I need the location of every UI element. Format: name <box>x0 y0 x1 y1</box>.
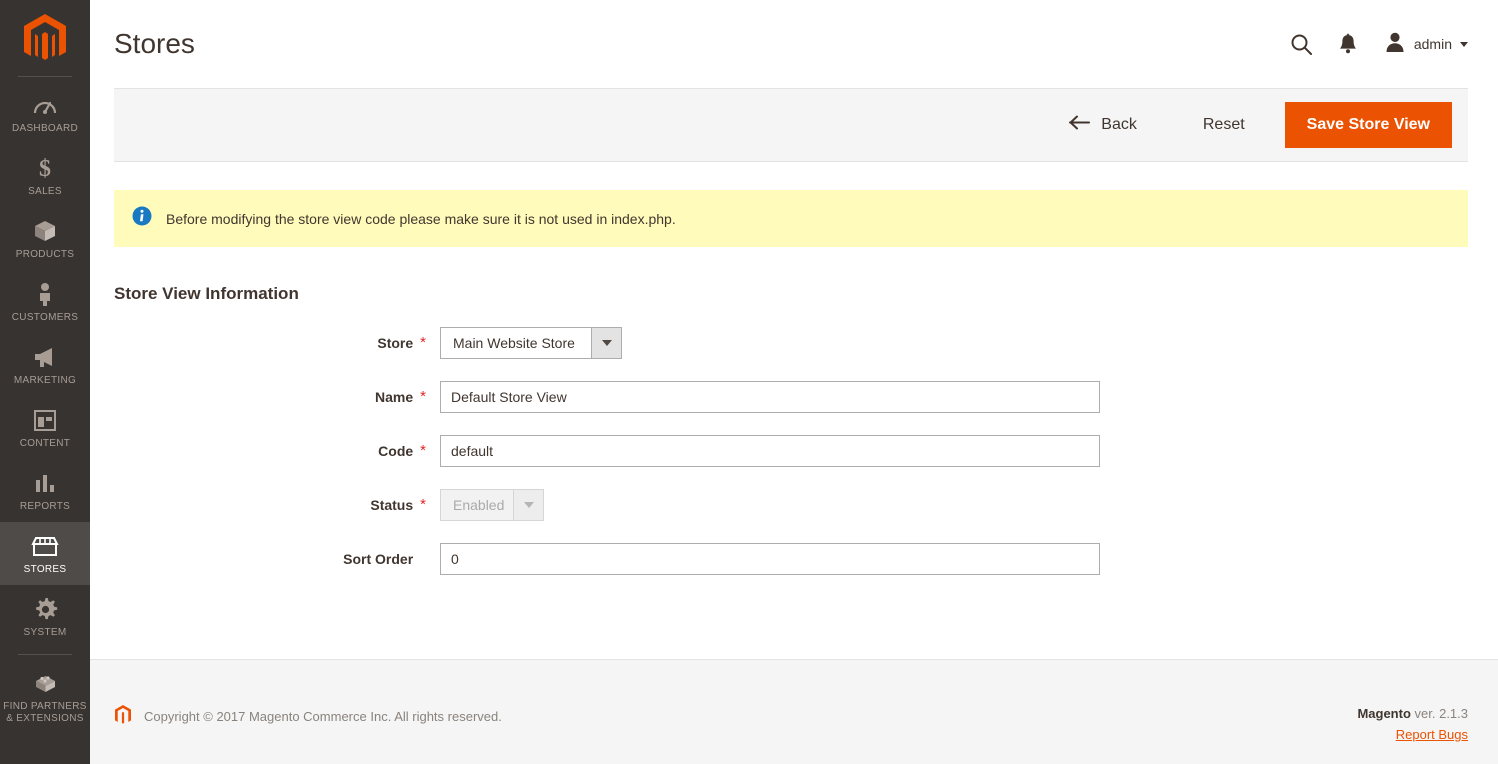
version-line: Magento ver. 2.1.3 <box>1357 704 1468 723</box>
search-icon[interactable] <box>1290 33 1312 55</box>
store-view-form: Store View Information Store * Main Webs… <box>90 247 1498 659</box>
sidebar-item-label: SALES <box>28 186 62 197</box>
required-indicator: * <box>420 442 426 459</box>
field-label-status: Status * <box>114 497 440 513</box>
back-button-label: Back <box>1101 116 1137 133</box>
page-footer: Copyright © 2017 Magento Commerce Inc. A… <box>90 659 1498 764</box>
sidebar-item-label: PRODUCTS <box>15 249 75 260</box>
field-row-code: Code * <box>114 435 1468 467</box>
back-button[interactable]: Back <box>1055 107 1151 143</box>
save-store-view-button[interactable]: Save Store View <box>1284 102 1452 148</box>
status-select-value: Enabled <box>453 497 505 513</box>
storefront-icon <box>31 533 59 559</box>
dollar-sign-icon: $ <box>35 155 55 181</box>
chevron-down-icon <box>513 490 543 520</box>
extension-blocks-icon <box>32 670 59 696</box>
field-label-text: Store <box>377 335 414 351</box>
svg-text:$: $ <box>39 156 51 181</box>
code-input[interactable] <box>440 435 1100 467</box>
field-row-status: Status * Enabled <box>114 489 1468 521</box>
field-label-text: Name <box>375 389 414 405</box>
field-label-text: Sort Order <box>343 551 414 567</box>
user-name: admin <box>1413 36 1452 52</box>
status-select: Enabled <box>440 489 544 521</box>
magento-logo-icon <box>24 14 66 60</box>
layout-panel-icon <box>33 407 57 433</box>
megaphone-icon <box>32 344 58 370</box>
arrow-left-icon <box>1069 115 1091 135</box>
page-actions-bar: Back Reset Save Store View <box>114 88 1468 162</box>
sidebar-item-stores[interactable]: STORES <box>0 522 90 585</box>
reset-button[interactable]: Reset <box>1185 108 1263 142</box>
sidebar-item-find-partners-extensions[interactable]: FIND PARTNERS & EXTENSIONS <box>0 659 90 735</box>
magento-logo[interactable] <box>0 8 90 70</box>
field-row-store: Store * Main Website Store <box>114 327 1468 359</box>
sidebar-divider-bottom <box>18 654 72 655</box>
sidebar-item-label: DASHBOARD <box>11 123 79 134</box>
dashboard-gauge-icon <box>33 92 57 118</box>
field-label-sort-order: Sort Order * <box>114 551 440 567</box>
store-select[interactable]: Main Website Store <box>440 327 622 359</box>
sidebar-divider-top <box>18 76 72 77</box>
sidebar-item-products[interactable]: PRODUCTS <box>0 207 90 270</box>
info-notice-text: Before modifying the store view code ple… <box>166 210 676 227</box>
main-content: Stores admin Back Reset Save Store View … <box>90 0 1498 764</box>
admin-app: DASHBOARD $ SALES PRODUCTS CUSTOMERS MAR… <box>0 0 1498 764</box>
report-bugs-link[interactable]: Report Bugs <box>1396 723 1468 747</box>
section-title: Store View Information <box>114 284 299 303</box>
info-circle-icon <box>132 206 152 231</box>
sidebar-item-dashboard[interactable]: DASHBOARD <box>0 81 90 144</box>
required-indicator: * <box>420 334 426 351</box>
page-header: Stores admin <box>90 0 1498 88</box>
sidebar-item-reports[interactable]: REPORTS <box>0 459 90 522</box>
copyright-text: Copyright © 2017 Magento Commerce Inc. A… <box>144 709 502 724</box>
sidebar-item-customers[interactable]: CUSTOMERS <box>0 270 90 333</box>
info-notice: Before modifying the store view code ple… <box>114 190 1468 247</box>
required-indicator: * <box>420 388 426 405</box>
field-label-text: Code <box>378 443 414 459</box>
sidebar-item-label-line2: & EXTENSIONS <box>6 713 84 724</box>
version-text: ver. 2.1.3 <box>1410 706 1468 721</box>
user-menu[interactable]: admin <box>1384 31 1468 58</box>
sidebar-item-label: CONTENT <box>19 438 71 449</box>
sidebar-item-marketing[interactable]: MARKETING <box>0 333 90 396</box>
sidebar-item-sales[interactable]: $ SALES <box>0 144 90 207</box>
field-label-store: Store * <box>114 335 440 351</box>
sort-order-input[interactable] <box>440 543 1100 575</box>
bell-icon[interactable] <box>1338 33 1358 55</box>
chevron-down-icon <box>1460 41 1468 47</box>
footer-version-block: Magento ver. 2.1.3 Report Bugs <box>1357 704 1468 747</box>
gear-icon <box>33 596 58 622</box>
person-icon <box>36 281 54 307</box>
field-row-name: Name * <box>114 381 1468 413</box>
field-label-name: Name * <box>114 389 440 405</box>
sidebar-item-system[interactable]: SYSTEM <box>0 585 90 648</box>
store-select-value: Main Website Store <box>453 335 575 351</box>
box-icon <box>32 218 58 244</box>
name-input[interactable] <box>440 381 1100 413</box>
sidebar-item-label-line1: FIND PARTNERS <box>3 701 87 712</box>
sidebar-item-label: MARKETING <box>13 375 77 386</box>
main-sidebar: DASHBOARD $ SALES PRODUCTS CUSTOMERS MAR… <box>0 0 90 764</box>
page-title: Stores <box>114 28 195 59</box>
bar-chart-icon <box>33 470 57 496</box>
copyright-block: Copyright © 2017 Magento Commerce Inc. A… <box>114 704 502 729</box>
field-row-sort-order: Sort Order * <box>114 543 1468 575</box>
chevron-down-icon <box>591 328 621 358</box>
field-label-code: Code * <box>114 443 440 459</box>
sidebar-item-content[interactable]: CONTENT <box>0 396 90 459</box>
brand-name: Magento <box>1357 706 1411 721</box>
user-avatar-icon <box>1384 31 1406 58</box>
sidebar-item-label: SYSTEM <box>23 627 67 638</box>
magento-logo-small-icon <box>114 704 132 729</box>
sidebar-item-label: REPORTS <box>19 501 71 512</box>
required-indicator: * <box>420 496 426 513</box>
sidebar-item-label: STORES <box>23 564 67 575</box>
field-label-text: Status <box>370 497 414 513</box>
header-actions: admin <box>1290 31 1468 58</box>
sidebar-item-label: CUSTOMERS <box>11 312 79 323</box>
